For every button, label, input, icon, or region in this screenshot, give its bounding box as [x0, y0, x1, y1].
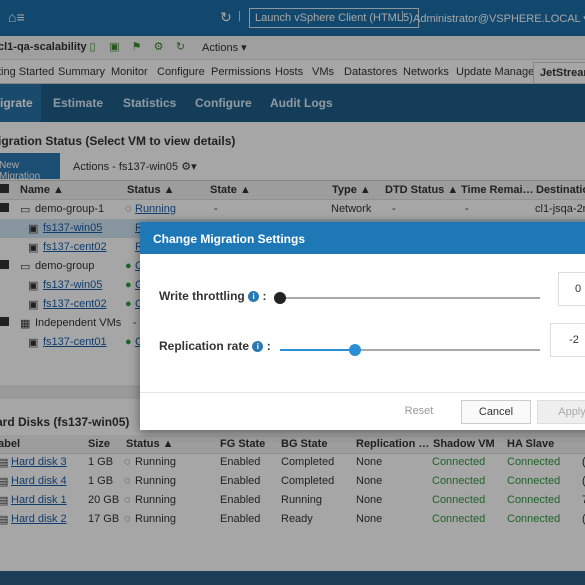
- write-throttling-text: Write throttling: [159, 289, 245, 303]
- info-icon[interactable]: i: [252, 341, 264, 352]
- reset-button[interactable]: Reset: [396, 400, 442, 424]
- dialog-title: Change Migration Settings: [140, 222, 585, 254]
- write-throttling-label: Write throttling i :: [159, 289, 266, 303]
- label-colon: :: [266, 339, 271, 353]
- change-migration-settings-dialog: Change Migration Settings Write throttli…: [140, 222, 585, 430]
- write-throttling-slider-handle[interactable]: [274, 292, 286, 304]
- write-throttling-track[interactable]: [280, 297, 540, 299]
- replication-rate-label: Replication rate i :: [159, 339, 271, 353]
- replication-rate-fill: [280, 349, 356, 351]
- replication-rate-value[interactable]: -2: [550, 323, 585, 357]
- cancel-button[interactable]: Cancel: [461, 400, 531, 424]
- apply-button[interactable]: Apply: [537, 400, 585, 424]
- write-throttling-value[interactable]: 0: [558, 272, 585, 306]
- label-colon: :: [262, 289, 267, 303]
- replication-rate-text: Replication rate: [159, 339, 250, 353]
- replication-rate-slider-handle[interactable]: [349, 344, 362, 356]
- info-icon[interactable]: i: [248, 291, 260, 302]
- dialog-footer-divider: [140, 392, 585, 393]
